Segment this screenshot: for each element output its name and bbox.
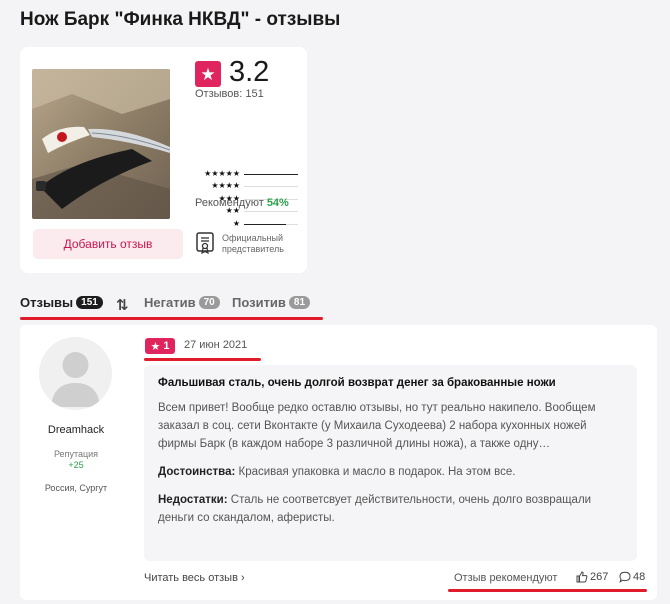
review-pros: Достоинства: Красивая упаковка и масло в… xyxy=(158,463,623,481)
distribution-row[interactable]: ★★★★★ xyxy=(190,168,302,180)
chevron-right-icon: › xyxy=(241,572,245,584)
pros-text: Красивая упаковка и масло в подарок. На … xyxy=(238,466,516,478)
distribution-bar xyxy=(244,211,298,213)
distribution-bar xyxy=(244,223,298,225)
tab-reviews-label: Отзывы xyxy=(20,295,74,310)
highlight-underline xyxy=(144,358,261,361)
review-score-badge: ★ 1 xyxy=(145,338,175,354)
review-date: 27 июн 2021 xyxy=(184,339,248,351)
review-title: Фальшивая сталь, очень долгой возврат де… xyxy=(158,377,556,389)
tab-negative-count: 70 xyxy=(198,296,220,309)
author-name[interactable]: Dreamhack xyxy=(20,424,132,436)
review-recommend-label: Отзыв рекомендуют xyxy=(454,572,558,584)
distribution-bar xyxy=(244,174,298,175)
product-image[interactable] xyxy=(32,69,170,219)
star-icon: ★ xyxy=(150,340,161,353)
comments-button[interactable]: 48 xyxy=(619,571,645,583)
recommend-stat: Рекомендуют 54% xyxy=(195,197,289,209)
product-card: ★ 3.2 Отзывов: 151 ★★★★★ ★★★★ ★★★ ★★ ★ Р… xyxy=(20,47,307,273)
like-button[interactable]: 267 xyxy=(576,571,608,583)
avatar[interactable] xyxy=(39,337,112,410)
tab-positive-label: Позитив xyxy=(232,295,286,310)
pros-label: Достоинства: xyxy=(158,466,236,478)
review-cons: Недостатки: Сталь не соответсвует действ… xyxy=(158,491,623,527)
official-line-2: представитель xyxy=(222,244,284,254)
tab-positive-count: 81 xyxy=(288,296,311,309)
tab-reviews[interactable]: Отзывы 151 xyxy=(20,295,103,310)
cons-label: Недостатки: xyxy=(158,494,228,506)
distribution-row[interactable]: ★ xyxy=(190,218,302,230)
rating-value: 3.2 xyxy=(229,56,270,88)
review-card: Dreamhack Репутация +25 Россия, Сургут ★… xyxy=(20,325,657,600)
sort-icon[interactable]: ⇅ xyxy=(116,296,129,314)
distribution-stars: ★ xyxy=(232,218,240,228)
page-title: Нож Барк "Финка НКВД" - отзывы xyxy=(20,9,341,30)
certificate-icon xyxy=(196,232,214,254)
recommend-label: Рекомендуют xyxy=(195,197,264,209)
thumbs-up-icon xyxy=(576,571,588,583)
highlight-underline xyxy=(448,589,647,592)
star-icon: ★ xyxy=(195,61,221,87)
read-more-label: Читать весь отзыв xyxy=(144,572,238,584)
reputation-label: Репутация xyxy=(53,449,99,459)
comment-icon xyxy=(619,571,631,583)
distribution-stars: ★★★★ xyxy=(211,181,240,191)
official-line-1: Официальный xyxy=(222,233,284,243)
tab-positive[interactable]: Позитив 81 xyxy=(232,295,311,310)
distribution-fill xyxy=(244,223,287,225)
author-location: Россия, Сургут xyxy=(44,483,108,493)
review-score: 1 xyxy=(163,340,170,352)
tab-reviews-count: 151 xyxy=(76,296,103,309)
likes-count: 267 xyxy=(590,571,609,583)
tab-negative-label: Негатив xyxy=(144,295,196,310)
distribution-stars: ★★★★★ xyxy=(204,169,240,178)
review-text: Всем привет! Вообще редко оставлю отзывы… xyxy=(158,402,596,450)
distribution-row[interactable]: ★★★★ xyxy=(190,180,302,192)
recommend-value: 54% xyxy=(266,197,289,209)
review-body[interactable]: Фальшивая сталь, очень долгой возврат де… xyxy=(144,365,637,561)
reputation-value: +25 xyxy=(68,460,84,470)
highlight-underline xyxy=(20,317,323,320)
add-review-button[interactable]: Добавить отзыв xyxy=(33,229,183,259)
read-full-review-link[interactable]: Читать весь отзыв › xyxy=(144,572,245,584)
distribution-bar xyxy=(244,186,298,188)
tab-negative[interactable]: Негатив 70 xyxy=(144,295,220,310)
reviews-count: Отзывов: 151 xyxy=(195,88,264,100)
distribution-fill xyxy=(244,174,298,175)
comments-count: 48 xyxy=(633,571,646,583)
